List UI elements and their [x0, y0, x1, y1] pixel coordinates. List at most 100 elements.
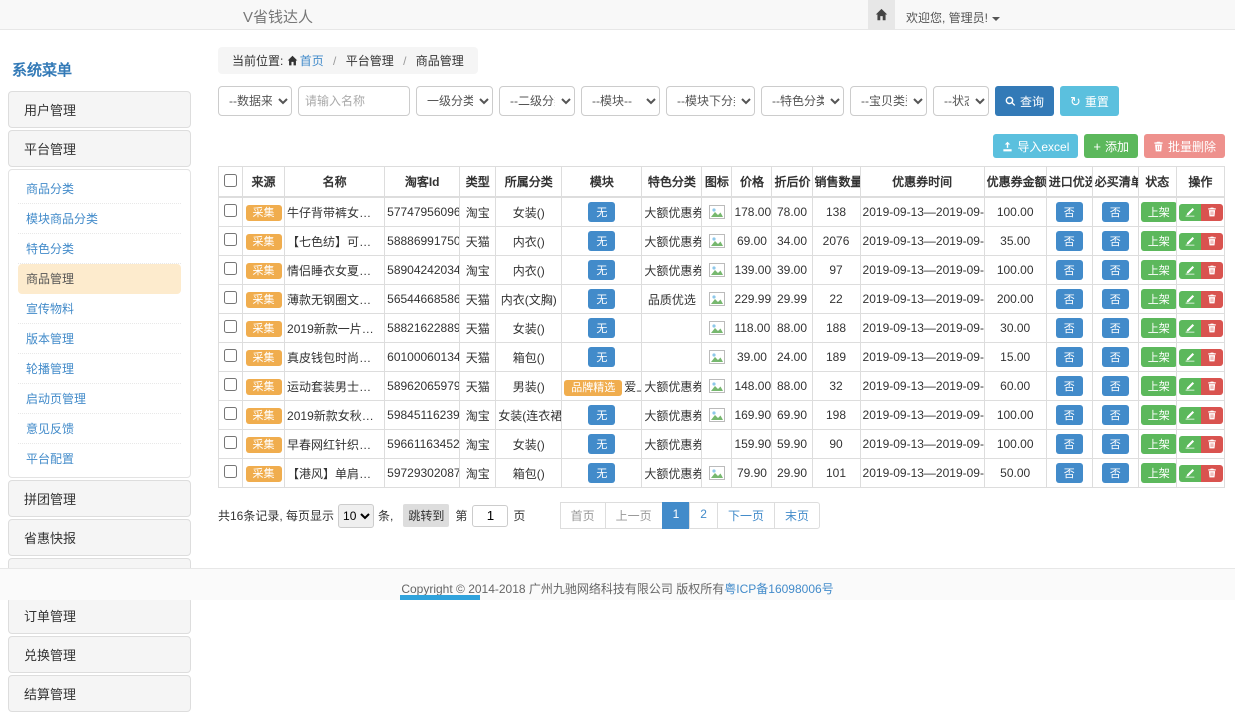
filter-category2-select[interactable]: --二级分类--: [499, 86, 575, 116]
must-buy-toggle[interactable]: 否: [1102, 202, 1129, 222]
user-menu[interactable]: 欢迎您, 管理员!: [906, 9, 1000, 26]
sidebar-subitem[interactable]: 宣传物料: [18, 294, 181, 324]
row-checkbox[interactable]: [224, 349, 237, 362]
filter-item-type-select[interactable]: --宝贝类型--: [850, 86, 927, 116]
sidebar-subitem[interactable]: 轮播管理: [18, 354, 181, 384]
delete-button[interactable]: [1201, 407, 1223, 424]
jump-button[interactable]: 跳转到: [403, 504, 449, 527]
page-button[interactable]: 下一页: [717, 502, 775, 529]
import-select-toggle[interactable]: 否: [1056, 260, 1083, 280]
delete-button[interactable]: [1201, 204, 1223, 221]
import-select-toggle[interactable]: 否: [1056, 202, 1083, 222]
edit-button[interactable]: [1179, 349, 1201, 366]
row-checkbox[interactable]: [224, 291, 237, 304]
jump-page-input[interactable]: [472, 505, 508, 527]
filter-feature-select[interactable]: --特色分类--: [761, 86, 844, 116]
delete-button[interactable]: [1201, 436, 1223, 453]
sidebar-subitem[interactable]: 特色分类: [18, 234, 181, 264]
delete-button[interactable]: [1201, 378, 1223, 395]
sidebar-item[interactable]: 拼团管理: [8, 480, 191, 517]
row-checkbox[interactable]: [224, 233, 237, 246]
import-select-toggle[interactable]: 否: [1056, 376, 1083, 396]
page-button[interactable]: 上一页: [605, 502, 663, 529]
must-buy-toggle[interactable]: 否: [1102, 405, 1129, 425]
import-select-toggle[interactable]: 否: [1056, 289, 1083, 309]
home-button[interactable]: [868, 0, 895, 29]
breadcrumb-home-link[interactable]: 首页: [300, 54, 324, 68]
delete-button[interactable]: [1201, 320, 1223, 337]
must-buy-toggle[interactable]: 否: [1102, 318, 1129, 338]
must-buy-toggle[interactable]: 否: [1102, 231, 1129, 251]
import-excel-button[interactable]: 导入excel: [993, 134, 1078, 158]
import-select-toggle[interactable]: 否: [1056, 318, 1083, 338]
sidebar-subitem[interactable]: 启动页管理: [18, 384, 181, 414]
sidebar-item[interactable]: 省惠快报: [8, 519, 191, 556]
icp-link[interactable]: 粤ICP备16098006号: [724, 582, 833, 596]
import-select-toggle[interactable]: 否: [1056, 231, 1083, 251]
status-button[interactable]: 上架: [1141, 260, 1177, 280]
batch-delete-button[interactable]: 批量删除: [1144, 134, 1225, 158]
edit-button[interactable]: [1179, 378, 1201, 395]
search-button[interactable]: 查询: [995, 86, 1054, 116]
page-size-select[interactable]: 10: [338, 504, 374, 528]
status-button[interactable]: 上架: [1141, 434, 1177, 454]
edit-button[interactable]: [1179, 320, 1201, 337]
sidebar-item[interactable]: 平台管理: [8, 130, 191, 167]
edit-button[interactable]: [1179, 407, 1201, 424]
filter-module-sub-select[interactable]: --模块下分类--: [666, 86, 755, 116]
add-button[interactable]: + 添加: [1084, 134, 1138, 158]
status-button[interactable]: 上架: [1141, 231, 1177, 251]
import-select-toggle[interactable]: 否: [1056, 405, 1083, 425]
sidebar-subitem[interactable]: 商品管理: [18, 264, 181, 294]
sidebar-subitem[interactable]: 模块商品分类: [18, 204, 181, 234]
must-buy-toggle[interactable]: 否: [1102, 260, 1129, 280]
import-select-toggle[interactable]: 否: [1056, 463, 1083, 483]
edit-button[interactable]: [1179, 291, 1201, 308]
page-button[interactable]: 末页: [774, 502, 820, 529]
select-all-checkbox[interactable]: [224, 174, 237, 187]
filter-data-source-select[interactable]: --数据来源--: [218, 86, 292, 116]
row-checkbox[interactable]: [224, 320, 237, 333]
page-button[interactable]: 首页: [560, 502, 606, 529]
must-buy-toggle[interactable]: 否: [1102, 463, 1129, 483]
filter-module-select[interactable]: --模块--: [581, 86, 660, 116]
edit-button[interactable]: [1179, 436, 1201, 453]
delete-button[interactable]: [1201, 233, 1223, 250]
sidebar-item[interactable]: 订单管理: [8, 597, 191, 634]
filter-category1-select[interactable]: 一级分类: [416, 86, 493, 116]
filter-status-select[interactable]: --状态--: [933, 86, 989, 116]
sidebar-subitem[interactable]: 平台配置: [18, 444, 181, 473]
status-button[interactable]: 上架: [1141, 376, 1177, 396]
edit-button[interactable]: [1179, 204, 1201, 221]
delete-button[interactable]: [1201, 349, 1223, 366]
sidebar-item[interactable]: 用户管理: [8, 91, 191, 128]
row-checkbox[interactable]: [224, 378, 237, 391]
sidebar-item[interactable]: 结算管理: [8, 675, 191, 712]
import-select-toggle[interactable]: 否: [1056, 347, 1083, 367]
status-button[interactable]: 上架: [1141, 463, 1177, 483]
delete-button[interactable]: [1201, 262, 1223, 279]
row-checkbox[interactable]: [224, 436, 237, 449]
row-checkbox[interactable]: [224, 262, 237, 275]
filter-name-input[interactable]: [298, 86, 410, 116]
delete-button[interactable]: [1201, 291, 1223, 308]
sidebar-subitem[interactable]: 版本管理: [18, 324, 181, 354]
status-button[interactable]: 上架: [1141, 405, 1177, 425]
must-buy-toggle[interactable]: 否: [1102, 376, 1129, 396]
edit-button[interactable]: [1179, 465, 1201, 482]
must-buy-toggle[interactable]: 否: [1102, 289, 1129, 309]
status-button[interactable]: 上架: [1141, 289, 1177, 309]
row-checkbox[interactable]: [224, 465, 237, 478]
reset-button[interactable]: ↻ 重置: [1060, 86, 1119, 116]
status-button[interactable]: 上架: [1141, 202, 1177, 222]
sidebar-subitem[interactable]: 意见反馈: [18, 414, 181, 444]
must-buy-toggle[interactable]: 否: [1102, 434, 1129, 454]
edit-button[interactable]: [1179, 233, 1201, 250]
must-buy-toggle[interactable]: 否: [1102, 347, 1129, 367]
row-checkbox[interactable]: [224, 204, 237, 217]
status-button[interactable]: 上架: [1141, 347, 1177, 367]
sidebar-item[interactable]: 兑换管理: [8, 636, 191, 673]
edit-button[interactable]: [1179, 262, 1201, 279]
row-checkbox[interactable]: [224, 407, 237, 420]
page-button[interactable]: 2: [689, 502, 718, 529]
